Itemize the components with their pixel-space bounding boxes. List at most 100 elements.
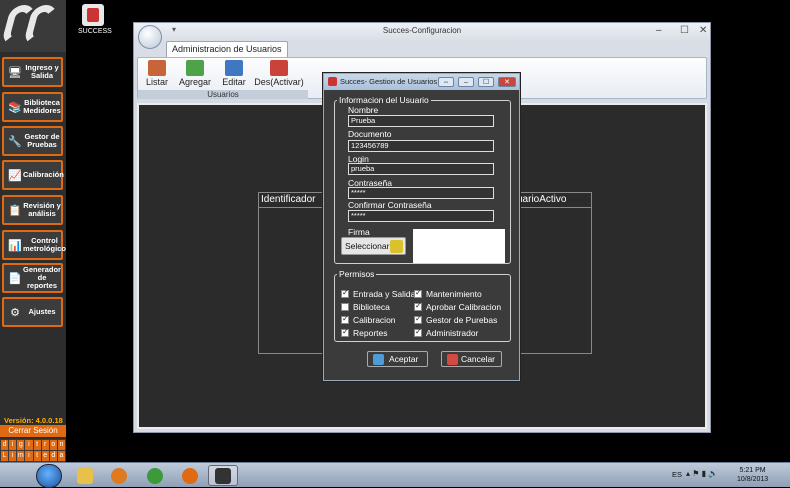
contrasena-input[interactable]: ***** xyxy=(348,187,494,199)
nav-ingreso-salida[interactable]: 🖥 Ingreso y Salida xyxy=(2,57,63,87)
app-logo xyxy=(0,0,66,52)
nombre-label: Nombre xyxy=(348,105,379,115)
checkbox-icon xyxy=(341,314,349,324)
permiso-biblioteca-checkbox[interactable]: Biblioteca xyxy=(341,302,390,312)
success-logo-text: SUCCESS xyxy=(78,28,112,35)
cancel-icon xyxy=(447,354,458,365)
login-input[interactable]: prueba xyxy=(348,163,494,175)
column-header-usuario-activo[interactable]: uarioActivo xyxy=(517,193,566,207)
gear-icon: ⚙ xyxy=(10,306,20,319)
quick-access-chevron-icon[interactable]: ▾ xyxy=(172,25,176,34)
title-bar: Succes-Configuracion – ☐ ✕ xyxy=(134,23,710,41)
aceptar-button[interactable]: Aceptar xyxy=(367,351,428,367)
agregar-button[interactable]: Agregar xyxy=(176,60,214,90)
brand-letter: i xyxy=(9,451,17,461)
logout-button[interactable]: Cerrar Sesión xyxy=(0,425,66,437)
maximize-button[interactable]: ☐ xyxy=(680,25,689,36)
nav-ajustes[interactable]: ⚙ Ajustes xyxy=(2,297,63,327)
dialog-maximize-button[interactable]: ☐ xyxy=(478,77,494,87)
close-button[interactable]: ✕ xyxy=(699,25,707,36)
application-menu-button[interactable] xyxy=(138,25,162,49)
permiso-aprobar-calibracion-checkbox[interactable]: Aprobar Calibracion xyxy=(414,301,502,312)
dialog-restore-button[interactable]: ⇔ xyxy=(438,77,454,87)
taskbar: ES ▴ ⚑ ▮ 🔈 5:21 PM 10/8/2013 xyxy=(0,462,790,488)
taskbar-media-player[interactable] xyxy=(104,465,134,486)
nav-revision-analisis[interactable]: 📋 Revisión y análisis xyxy=(2,195,63,225)
permiso-calibracion-checkbox[interactable]: Calibracion xyxy=(341,314,396,325)
chrome-icon xyxy=(147,467,163,484)
desactivar-button[interactable]: Des(Activar) xyxy=(254,60,304,90)
start-button[interactable] xyxy=(36,464,62,488)
brand-letter: e xyxy=(41,451,49,461)
accept-icon xyxy=(373,354,384,365)
dialog-minimize-button[interactable]: – xyxy=(458,77,474,87)
nav-calibracion[interactable]: 📈 Calibración xyxy=(2,160,64,190)
brand-letter: t xyxy=(33,451,41,461)
checkbox-label: Administrador xyxy=(426,328,479,338)
desactivar-label: Des(Activar) xyxy=(254,77,304,87)
nav-control-metrologico[interactable]: 📊 Control metrológico xyxy=(2,230,66,260)
checkbox-label: Aprobar Calibracion xyxy=(426,302,502,312)
nav-label: Control metrológico xyxy=(23,236,66,253)
column-header-identificador[interactable]: Identificador xyxy=(261,193,315,207)
firefox-icon xyxy=(182,467,198,484)
checkbox-icon xyxy=(341,288,349,298)
dialog-close-button[interactable]: ✕ xyxy=(498,77,516,87)
permiso-mantenimiento-checkbox[interactable]: Mantenimiento xyxy=(414,288,482,299)
minimize-button[interactable]: – xyxy=(656,25,662,36)
users-icon xyxy=(148,60,166,76)
permiso-gestor-pruebas-checkbox[interactable]: Gestor de Purebas xyxy=(414,314,497,325)
documento-input[interactable]: 123456789 xyxy=(348,140,494,152)
seleccionar-label: Seleccionar xyxy=(345,241,390,251)
taskbar-chrome[interactable] xyxy=(140,465,170,486)
seleccionar-firma-button[interactable]: Seleccionar xyxy=(341,237,406,255)
permiso-entrada-salida-checkbox[interactable]: Entrada y Salida xyxy=(341,288,416,299)
reports-icon: 📄 xyxy=(8,272,22,285)
nav-label: Generador de reportes xyxy=(23,265,61,290)
brand-letter: d xyxy=(49,451,57,461)
user-management-dialog: Succes- Gestion de Usuarios ⇔ – ☐ ✕ Info… xyxy=(323,73,520,381)
taskbar-firefox[interactable] xyxy=(175,465,205,486)
nav-label: Revisión y análisis xyxy=(23,201,61,218)
nav-gestor-pruebas[interactable]: 🔧 Gestor de Pruebas xyxy=(2,126,63,156)
confirmar-contrasena-input[interactable]: ***** xyxy=(348,210,494,222)
permisos-legend: Permisos xyxy=(339,269,375,279)
deactivate-user-icon xyxy=(270,60,288,76)
tab-administracion-usuarios[interactable]: Administracion de Usuarios xyxy=(166,41,288,57)
brand-letter: i xyxy=(25,451,33,461)
permiso-administrador-checkbox[interactable]: Administrador xyxy=(414,327,479,338)
tab-strip: Administracion de Usuarios xyxy=(134,41,710,57)
nav-label: Ingreso y Salida xyxy=(25,63,59,80)
taskbar-explorer[interactable] xyxy=(70,465,100,486)
checkbox-icon xyxy=(341,327,349,337)
language-indicator[interactable]: ES xyxy=(672,470,682,479)
nav-label: Biblioteca Medidores xyxy=(23,98,61,115)
app-icon xyxy=(328,77,337,86)
brand-letter: n xyxy=(57,440,65,450)
checkbox-label: Entrada y Salida xyxy=(353,289,416,299)
ribbon-group-label: Usuarios xyxy=(138,90,308,99)
taskbar-succes-app[interactable] xyxy=(208,465,238,486)
checkbox-icon xyxy=(414,288,422,298)
media-player-icon xyxy=(111,467,127,484)
brand-letter: m xyxy=(17,451,25,461)
listar-button[interactable]: Listar xyxy=(142,60,172,90)
cancelar-button[interactable]: Cancelar xyxy=(441,351,502,367)
nombre-input[interactable]: Prueba xyxy=(348,115,494,127)
clock-time: 5:21 PM xyxy=(739,467,766,474)
checkbox-icon xyxy=(414,301,422,311)
nav-generador-reportes[interactable]: 📄 Generador de reportes xyxy=(2,263,63,293)
agregar-label: Agregar xyxy=(178,77,212,87)
checkbox-label: Calibracion xyxy=(353,315,396,325)
library-icon: 📚 xyxy=(8,101,22,114)
entry-exit-icon: 🖥 xyxy=(8,66,22,79)
editar-button[interactable]: Editar xyxy=(220,60,248,90)
permiso-reportes-checkbox[interactable]: Reportes xyxy=(341,327,388,338)
system-tray[interactable]: ▴ ⚑ ▮ 🔈 xyxy=(686,469,718,478)
firma-preview xyxy=(413,229,505,263)
nav-label: Ajustes xyxy=(28,307,56,316)
success-logo: SUCCESS xyxy=(78,4,112,40)
select-image-icon xyxy=(390,240,403,253)
nav-biblioteca-medidores[interactable]: 📚 Biblioteca Medidores xyxy=(2,92,63,122)
clock[interactable]: 5:21 PM 10/8/2013 xyxy=(737,466,768,484)
